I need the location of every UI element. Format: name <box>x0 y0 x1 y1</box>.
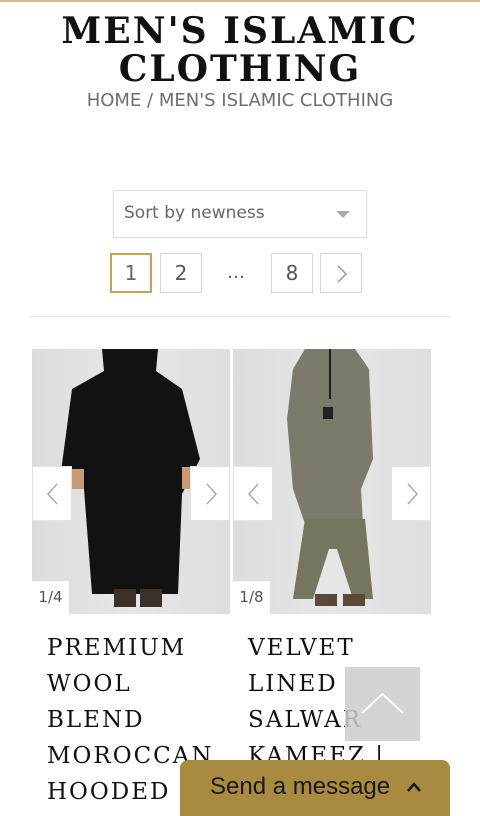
page-title: MEN'S ISLAMIC CLOTHING <box>0 12 480 88</box>
product-title-line: BLEND <box>47 707 145 733</box>
page-title-line-1: MEN'S ISLAMIC <box>61 10 419 52</box>
chevron-up-icon <box>407 782 421 792</box>
breadcrumb: HOME / MEN'S ISLAMIC CLOTHING <box>0 90 480 111</box>
product-title-line: WOOL <box>47 671 132 697</box>
chevron-right-icon <box>407 483 419 505</box>
sort-selected-value: Sort by newness <box>124 203 265 223</box>
chevron-left-icon <box>46 483 58 505</box>
product-image-carousel[interactable]: 1/4 <box>32 349 230 614</box>
scroll-to-top-button[interactable] <box>345 667 420 741</box>
carousel-prev-button[interactable] <box>233 466 273 521</box>
chevron-up-icon <box>361 692 404 714</box>
page-1-link[interactable]: 1 <box>110 253 152 293</box>
carousel-next-button[interactable] <box>391 466 431 521</box>
product-image-carousel[interactable]: 1/8 <box>233 349 431 614</box>
chevron-right-icon <box>337 265 348 283</box>
send-message-button[interactable]: Send a message <box>180 760 450 816</box>
product-title-line: VELVET <box>248 635 355 661</box>
page-8-link[interactable]: 8 <box>271 253 313 293</box>
page-2-link[interactable]: 2 <box>160 253 202 293</box>
divider <box>30 316 450 317</box>
chevron-right-icon <box>206 483 218 505</box>
pagination-ellipsis: … <box>227 262 245 283</box>
top-accent-rule <box>0 0 480 2</box>
breadcrumb-home-link[interactable]: HOME <box>87 90 142 111</box>
pagination: 1 2 … 8 <box>0 253 480 293</box>
page-title-line-2: CLOTHING <box>118 48 362 90</box>
breadcrumb-current: MEN'S ISLAMIC CLOTHING <box>158 90 394 111</box>
breadcrumb-separator: / <box>147 90 154 111</box>
send-message-label: Send a message <box>210 773 391 800</box>
next-page-button[interactable] <box>320 253 362 293</box>
carousel-prev-button[interactable] <box>32 466 72 521</box>
carousel-next-button[interactable] <box>190 466 230 521</box>
chevron-left-icon <box>247 483 259 505</box>
sort-dropdown[interactable]: Sort by newness <box>113 190 367 238</box>
image-counter: 1/4 <box>32 581 69 614</box>
product-title-line: PREMIUM <box>47 635 187 661</box>
chevron-down-icon <box>336 211 350 218</box>
image-counter: 1/8 <box>233 581 270 614</box>
